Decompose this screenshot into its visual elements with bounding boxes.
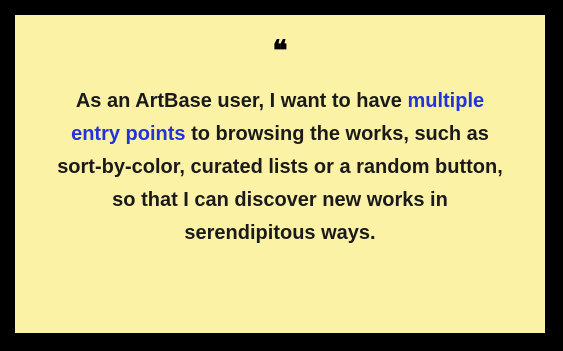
quote-icon: ❝ (272, 34, 288, 67)
page: ❝ As an ArtBase user, I want to have mul… (0, 0, 563, 351)
user-story-text: As an ArtBase user, I want to have multi… (53, 85, 507, 250)
user-story-card: ❝ As an ArtBase user, I want to have mul… (12, 12, 548, 336)
story-text-before: As an ArtBase user, I want to have (75, 90, 408, 112)
